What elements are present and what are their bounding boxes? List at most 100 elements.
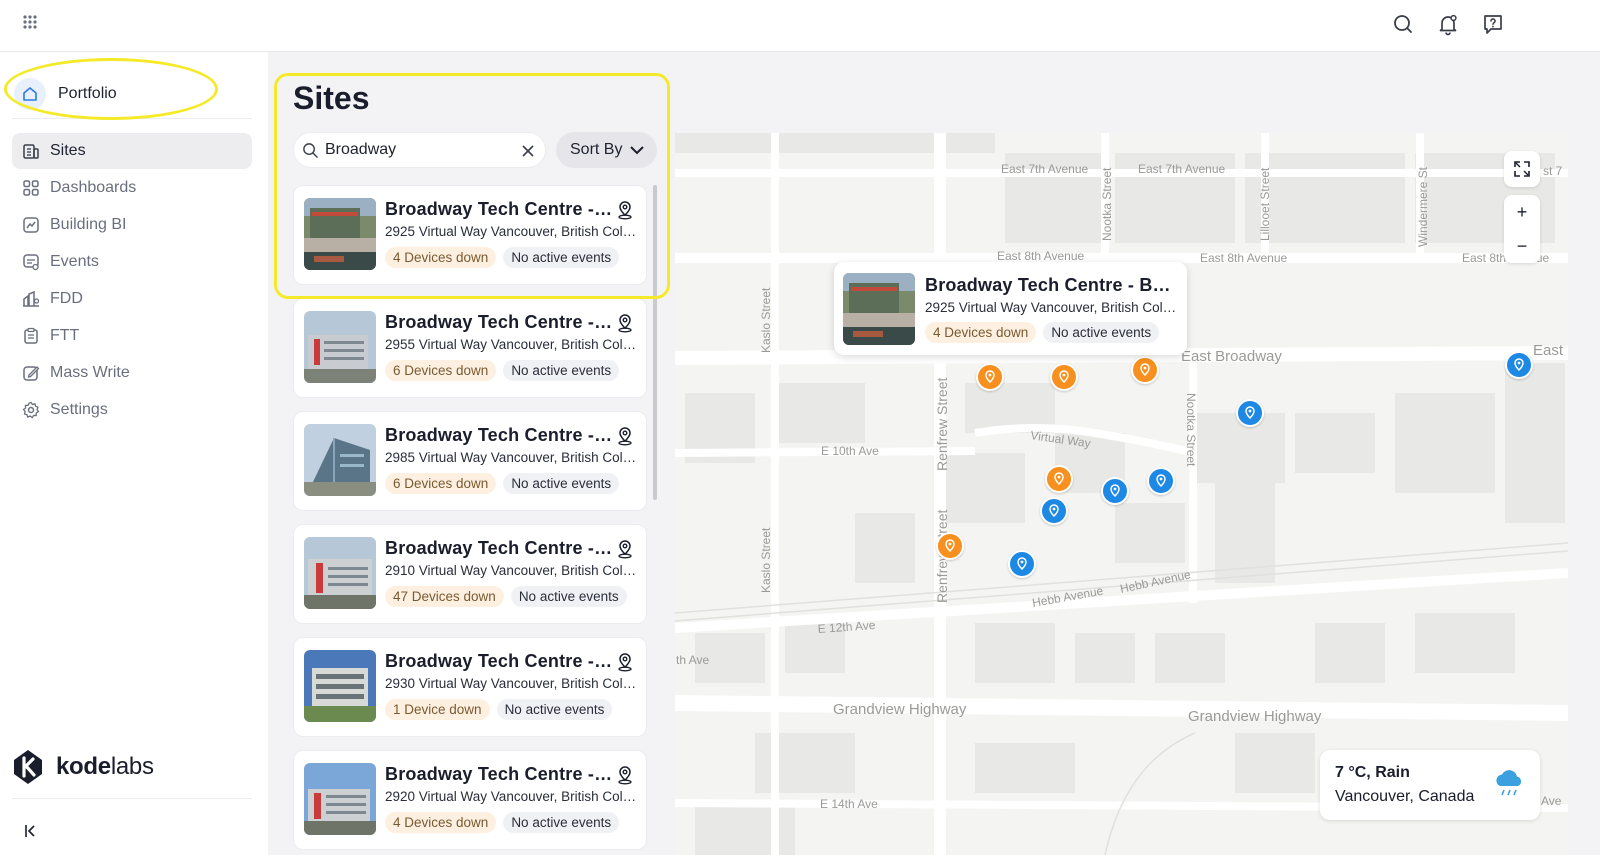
portfolio-link[interactable]: Portfolio [14,72,214,116]
street-label: Hebb Avenue [1119,567,1193,596]
popup-site-address: 2925 Virtual Way Vancouver, British Colu… [925,300,1177,315]
map-pin-icon [1017,557,1027,571]
map-popup[interactable]: Broadway Tech Centre - Building 1 2925 V… [834,262,1187,355]
weather-temperature: 7 °C, Rain [1335,764,1410,781]
map-marker-orange[interactable] [936,532,964,560]
map-marker-orange[interactable] [976,363,1004,391]
site-address: 2985 Virtual Way Vancouver, British Colu… [385,450,639,465]
street-label: East Broadway [1181,348,1282,365]
street-label: Ave [1541,794,1562,808]
site-name: Broadway Tech Centre - Building 2 [385,312,613,332]
site-address: 2955 Virtual Way Vancouver, British Colu… [385,337,639,352]
zoom-in-button[interactable]: + [1517,195,1528,229]
collapse-sidebar-icon[interactable] [22,822,40,840]
search-box [293,132,546,168]
location-pin-icon[interactable] [615,200,635,220]
sidebar-item-label: FDD [50,290,83,307]
map-marker-blue[interactable] [1101,477,1129,505]
street-label: East 8th Avenue [997,249,1085,263]
map[interactable]: East 7th Avenue East 7th Avenue Nootka S… [675,133,1568,855]
site-thumbnail [304,311,376,383]
location-pin-icon[interactable] [615,652,635,672]
gear-icon [22,401,40,419]
sidebar-item-building-bi[interactable]: Building BI [12,207,252,243]
map-marker-blue[interactable] [1040,497,1068,525]
devices-down-badge: 4 Devices down [925,322,1037,343]
fullscreen-button[interactable] [1504,151,1540,187]
logo-text-kode: kode [56,753,111,780]
fdd-icon [23,290,40,307]
events-icon [23,254,39,271]
devices-down-badge: 6 Devices down [385,360,497,381]
street-label: East 7th Avenue [1001,162,1089,176]
street-label: E 14th Ave [820,797,878,811]
sidebar-item-dashboards[interactable]: Dashboards [12,170,252,206]
site-card[interactable]: Broadway Tech Centre - Building 3 2985 V… [293,411,647,511]
weather-widget: 7 °C, Rain Vancouver, Canada [1320,750,1540,820]
street-label: Nootka Street [1184,393,1198,467]
zoom-controls: + − [1504,195,1540,263]
rain-cloud-icon [1496,770,1522,796]
map-marker-orange[interactable] [1045,465,1073,493]
map-marker-orange[interactable] [1131,356,1159,384]
site-card[interactable]: Broadway Tech Centre - Building 6 2920 V… [293,750,647,850]
location-pin-icon[interactable] [615,765,635,785]
map-marker-blue[interactable] [1008,550,1036,578]
top-bar [0,0,1600,52]
site-name: Broadway Tech Centre - Building 3 [385,425,613,445]
site-card[interactable]: Broadway Tech Centre - Building 2 2955 V… [293,298,647,398]
street-label: Kaslo Street [759,527,773,593]
site-thumbnail [304,424,376,496]
sidebar-item-mass-write[interactable]: Mass Write [12,355,252,391]
map-marker-orange[interactable] [1050,363,1078,391]
sidebar: Portfolio Sites Dashboards Building BI E… [0,52,268,855]
clear-search-icon[interactable] [519,142,537,160]
street-label: Kaslo Street [759,287,773,353]
events-badge: No active events [503,473,620,494]
site-card[interactable]: Broadway Tech Centre - Building 4 2910 V… [293,524,647,624]
map-marker-blue[interactable] [1147,467,1175,495]
site-thumbnail [304,763,376,835]
sidebar-item-ftt[interactable]: FTT [12,318,252,354]
fullscreen-icon [1514,161,1530,177]
sidebar-item-label: Settings [50,401,108,418]
sort-by-button[interactable]: Sort By [556,132,657,168]
sidebar-item-events[interactable]: Events [12,244,252,280]
map-pin-icon [1059,370,1069,384]
devices-down-badge: 6 Devices down [385,473,497,494]
clipboard-icon [24,327,38,344]
sidebar-item-settings[interactable]: Settings [12,392,252,428]
map-pin-icon [985,370,995,384]
site-name: Broadway Tech Centre - Building 4 [385,538,613,558]
apps-grid-icon[interactable] [22,14,42,34]
street-label: East 7th Avenue [1138,162,1226,176]
zoom-out-button[interactable]: − [1517,229,1528,263]
search-input[interactable] [325,141,515,159]
site-card[interactable]: Broadway Tech Centre - Building 5 2930 V… [293,637,647,737]
chevron-down-icon [630,146,645,155]
map-marker-blue[interactable] [1505,351,1533,379]
street-label: East Broadway [1533,342,1568,359]
site-list: Broadway Tech Centre - Building 1 2925 V… [293,185,649,855]
site-list-scrollbar[interactable] [653,185,657,500]
search-icon[interactable] [1391,12,1415,36]
sidebar-item-label: Sites [50,142,86,159]
location-pin-icon[interactable] [615,539,635,559]
sidebar-item-fdd[interactable]: FDD [12,281,252,317]
map-pin-icon [1514,358,1524,372]
location-pin-icon[interactable] [615,313,635,333]
site-name: Broadway Tech Centre - Building 1 [385,199,613,219]
bell-icon[interactable] [1436,12,1460,36]
devices-down-badge: 1 Device down [385,699,490,720]
site-card[interactable]: Broadway Tech Centre - Building 1 2925 V… [293,185,647,285]
map-marker-blue[interactable] [1236,399,1264,427]
events-badge: No active events [496,699,613,720]
help-icon[interactable] [1481,12,1505,36]
dashboard-icon [23,180,39,196]
devices-down-badge: 4 Devices down [385,812,497,833]
sidebar-item-sites[interactable]: Sites [12,133,252,169]
location-pin-icon[interactable] [615,426,635,446]
street-label: st 7 [1543,164,1563,178]
sidebar-item-label: Events [50,253,99,270]
site-address: 2920 Virtual Way Vancouver, British Colu… [385,789,639,804]
